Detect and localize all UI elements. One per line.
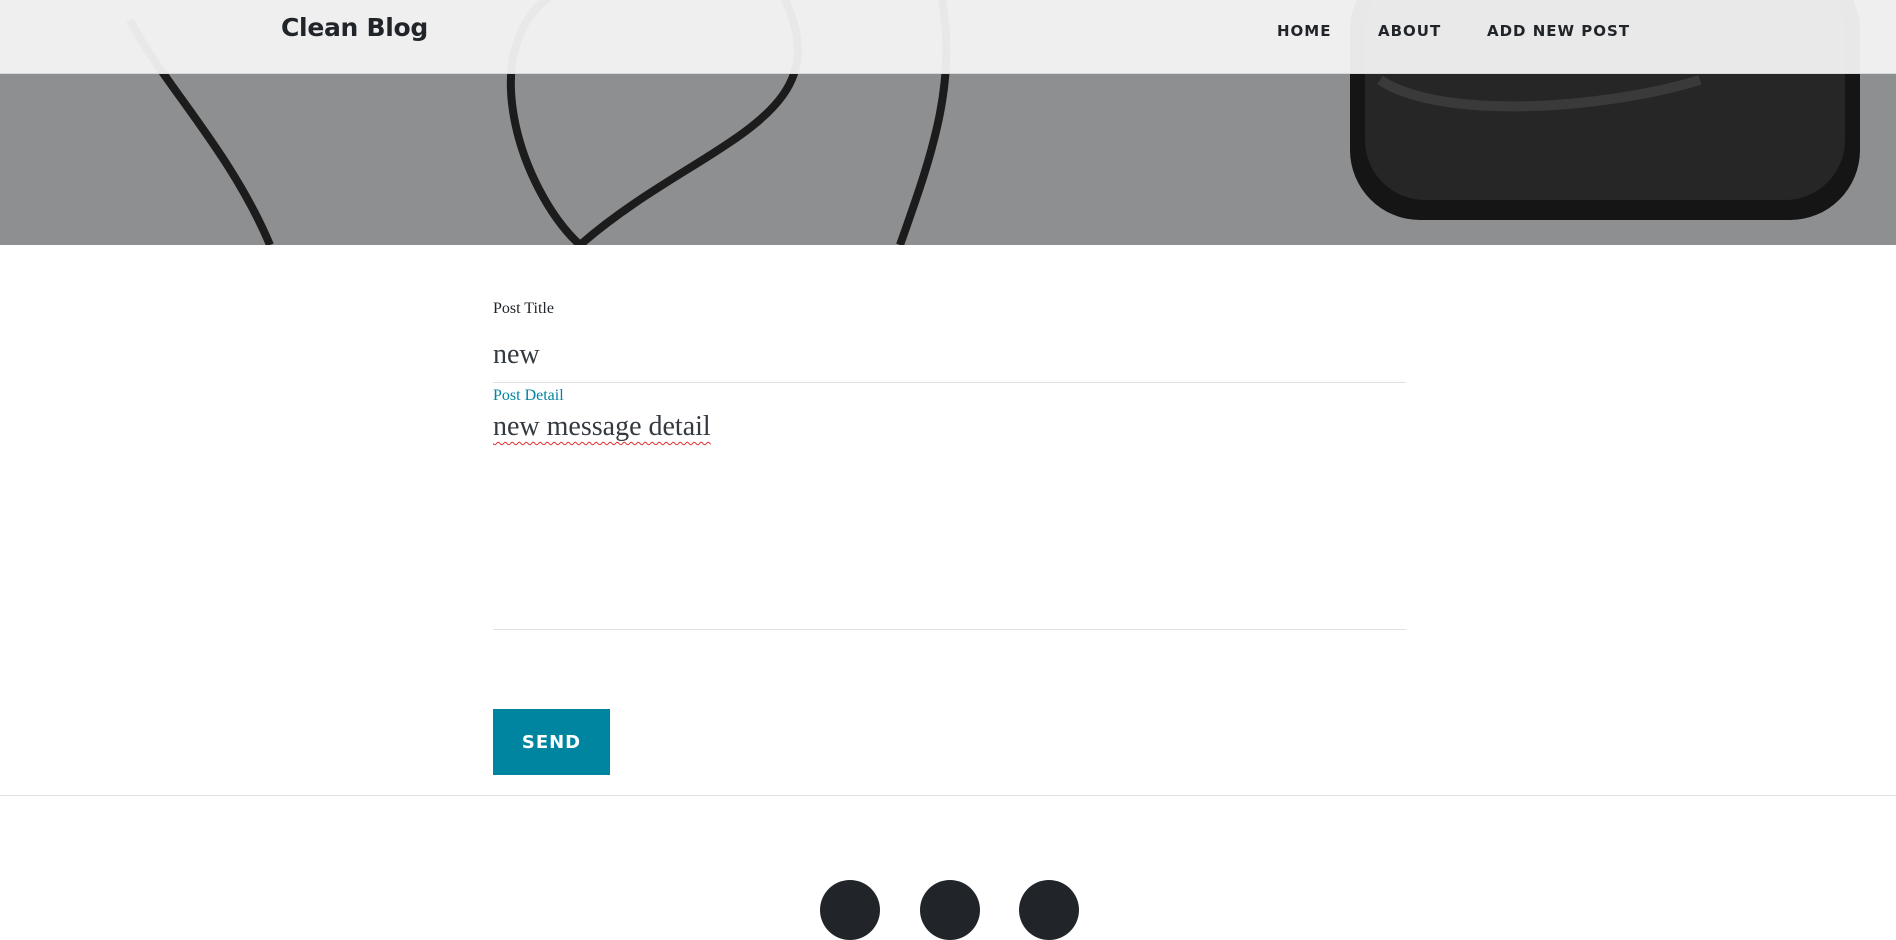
- footer-divider: [0, 795, 1896, 796]
- social-icon[interactable]: [1019, 880, 1079, 940]
- nav-links: Home About Add New Post: [0, 22, 1896, 46]
- post-title-label: Post Title: [493, 300, 554, 317]
- post-detail-textarea[interactable]: new message detail: [493, 411, 1406, 630]
- new-post-form: Post Title Post Detail new message detai…: [493, 300, 1406, 630]
- nav-add-new-post-link[interactable]: Add New Post: [1487, 22, 1630, 40]
- social-icon[interactable]: [820, 880, 880, 940]
- top-navbar: Clean Blog Home About Add New Post: [0, 0, 1896, 74]
- social-icon[interactable]: [920, 880, 980, 940]
- nav-home-link[interactable]: Home: [1277, 22, 1331, 40]
- post-title-input[interactable]: [493, 328, 1406, 383]
- send-button[interactable]: Send: [493, 709, 610, 775]
- post-detail-label: Post Detail: [493, 387, 564, 404]
- nav-about-link[interactable]: About: [1378, 22, 1441, 40]
- masthead: Clean Blog Home About Add New Post: [0, 0, 1896, 245]
